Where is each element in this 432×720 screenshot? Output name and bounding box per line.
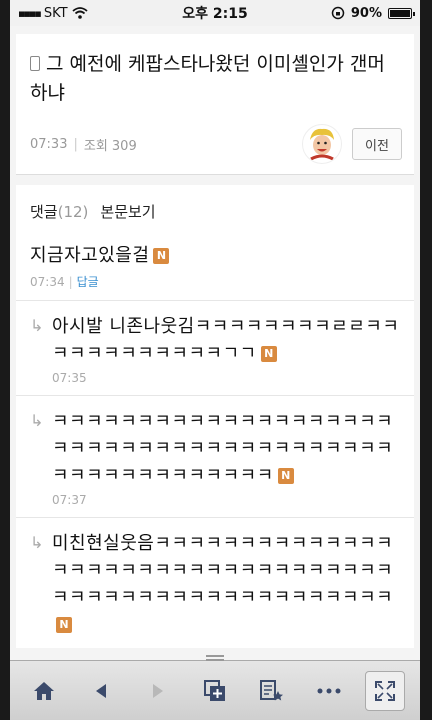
comment-text: 지금자고있을걸 N xyxy=(30,242,400,269)
new-badge: N xyxy=(153,248,170,264)
comment-time: 07:37 xyxy=(52,493,87,507)
tab-comments[interactable]: 댓글(12) xyxy=(30,201,88,222)
new-window-icon[interactable] xyxy=(195,671,235,711)
reply-arrow-icon: ↳ xyxy=(30,316,44,335)
cartoon-avatar-icon[interactable] xyxy=(302,124,342,164)
comment-text: 아시발 니존나웃김ㅋㅋㅋㅋㅋㅋㅋㅋㄹㄹㅋㅋㅋㅋㅋㅋㅋㅋㅋㅋㅋㅋㄱㄱ N xyxy=(52,316,400,364)
comments-tabs: 댓글(12) 본문보기 xyxy=(16,185,414,234)
new-badge: N xyxy=(277,468,294,484)
post-meta: 07:33 | 조회 309 이전 xyxy=(30,124,402,164)
status-bar: ▪▪▪▪ SKT 오후 2:15 90% xyxy=(10,0,420,26)
comment-text: ㅋㅋㅋㅋㅋㅋㅋㅋㅋㅋㅋㅋㅋㅋㅋㅋㅋㅋㅋㅋㅋㅋㅋㅋㅋㅋㅋㅋㅋㅋㅋㅋㅋㅋㅋㅋㅋㅋㅋㅋ… xyxy=(52,411,394,486)
reply-link[interactable]: 답글 xyxy=(77,275,99,289)
comments-count: (12) xyxy=(57,203,89,221)
status-time: 오후 2:15 xyxy=(182,6,248,22)
forward-icon[interactable] xyxy=(138,671,178,711)
comment-item: ↳ 미친현실웃음ㅋㅋㅋㅋㅋㅋㅋㅋㅋㅋㅋㅋㅋㅋㅋㅋㅋㅋㅋㅋㅋㅋㅋㅋㅋㅋㅋㅋㅋㅋㅋㅋ… xyxy=(16,517,414,648)
fullscreen-icon[interactable] xyxy=(365,670,406,711)
battery-icon xyxy=(388,7,415,19)
tab-view-post[interactable]: 본문보기 xyxy=(100,201,155,222)
post-views: 조회 309 xyxy=(83,138,137,154)
new-badge: N xyxy=(260,346,277,362)
reply-arrow-icon: ↳ xyxy=(30,533,44,552)
back-icon[interactable] xyxy=(81,671,121,711)
post-title-text: 그 예전에 케팝스타나왔던 이미셸인가 갠머하냐 xyxy=(30,53,385,104)
comment-time: 07:35 xyxy=(52,371,87,385)
comment-item: ↳ 아시발 니존나웃김ㅋㅋㅋㅋㅋㅋㅋㅋㄹㄹㅋㅋㅋㅋㅋㅋㅋㅋㅋㅋㅋㅋㄱㄱ N 07:… xyxy=(16,300,414,395)
previous-button[interactable]: 이전 xyxy=(352,128,402,160)
toolbar-grip-icon[interactable] xyxy=(206,655,224,661)
more-icon[interactable] xyxy=(309,671,349,711)
reply-arrow-icon: ↳ xyxy=(30,411,44,430)
comment-item: 지금자고있을걸 N 07:34 | 답글 xyxy=(16,234,414,300)
comment-text: 미친현실웃음ㅋㅋㅋㅋㅋㅋㅋㅋㅋㅋㅋㅋㅋㅋㅋㅋㅋㅋㅋㅋㅋㅋㅋㅋㅋㅋㅋㅋㅋㅋㅋㅋㅋㅋ… xyxy=(52,533,394,633)
comment-item: ↳ ㅋㅋㅋㅋㅋㅋㅋㅋㅋㅋㅋㅋㅋㅋㅋㅋㅋㅋㅋㅋㅋㅋㅋㅋㅋㅋㅋㅋㅋㅋㅋㅋㅋㅋㅋㅋㅋㅋ… xyxy=(16,395,414,517)
post-time: 07:33 xyxy=(30,136,68,152)
comments-section: 댓글(12) 본문보기 지금자고있을걸 N 07:34 | 답글 ↳ 아시발 니존나웃… xyxy=(16,185,414,648)
post-title: 그 예전에 케팝스타나왔던 이미셸인가 갠머하냐 xyxy=(30,50,402,108)
home-icon[interactable] xyxy=(24,671,64,711)
bookmark-icon[interactable] xyxy=(252,671,292,711)
avatar-face-icon xyxy=(310,128,334,161)
phone-frame: ▪▪▪▪ SKT 오후 2:15 90% 그 예전에 케팝스타나왔던 이미셸인가… xyxy=(0,0,432,720)
screen: ▪▪▪▪ SKT 오후 2:15 90% 그 예전에 케팝스타나왔던 이미셸인가… xyxy=(10,0,420,720)
mobile-icon xyxy=(30,56,40,71)
browser-toolbar xyxy=(10,655,420,720)
meta-separator: | xyxy=(73,136,78,152)
comment-meta: 07:34 | 답글 xyxy=(30,275,99,289)
new-badge: N xyxy=(56,617,72,633)
post-header: 그 예전에 케팝스타나왔던 이미셸인가 갠머하냐 07:33 | 조회 309 xyxy=(16,34,414,175)
